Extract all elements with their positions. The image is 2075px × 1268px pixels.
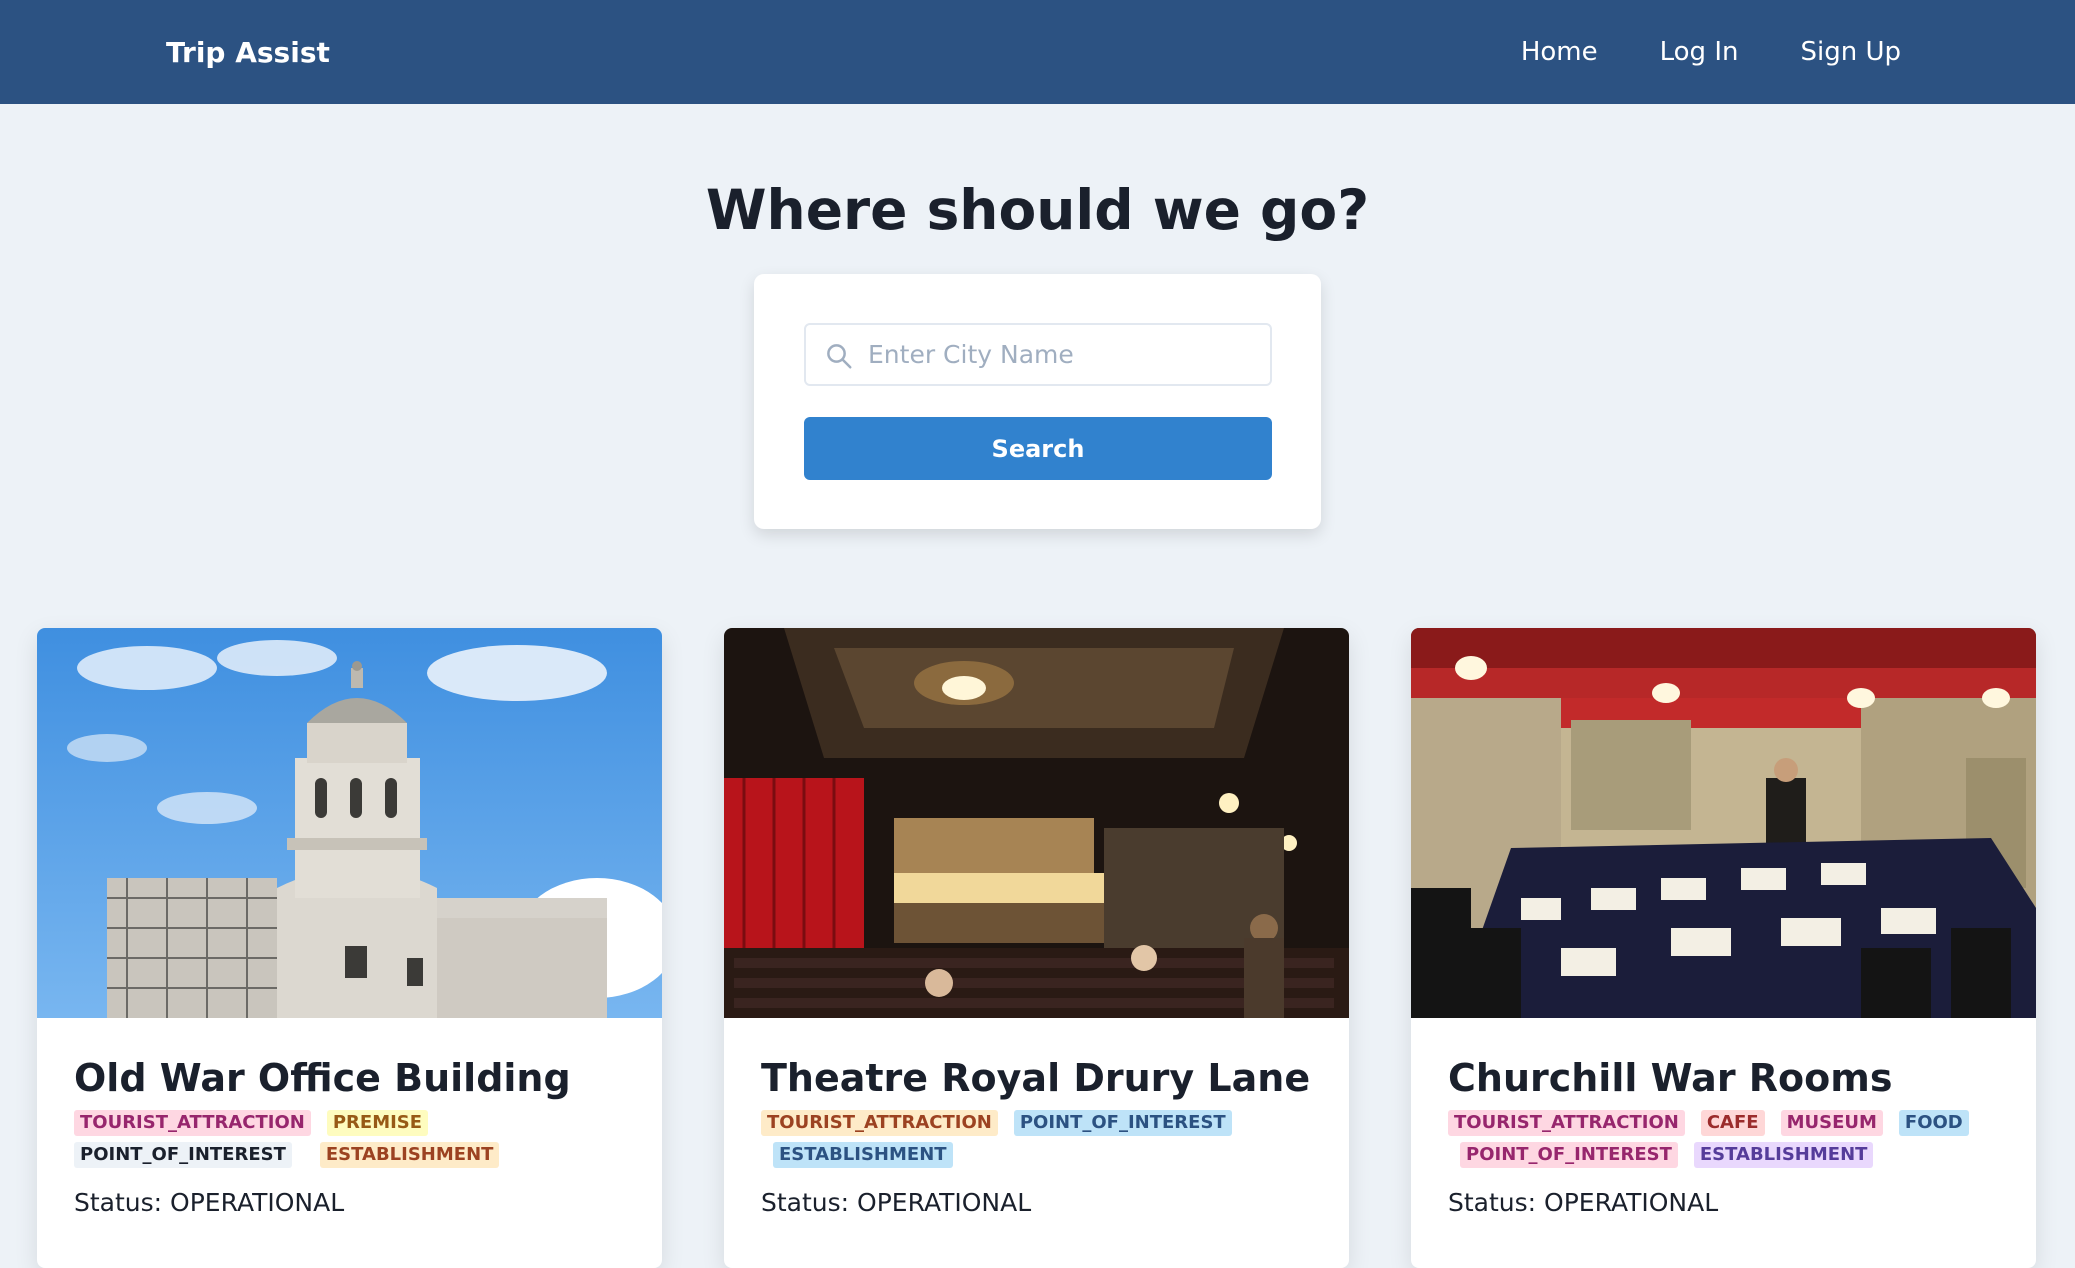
place-photo[interactable] <box>1411 628 2036 1018</box>
nav-links: Home Log In Sign Up <box>1521 37 1901 67</box>
type-tag: TOURIST_ATTRACTION <box>1448 1110 1685 1136</box>
type-tag: POINT_OF_INTEREST <box>1460 1142 1678 1168</box>
top-navbar: Trip Assist Home Log In Sign Up <box>0 0 2075 104</box>
search-icon <box>827 344 852 369</box>
search-field[interactable] <box>804 323 1272 386</box>
place-type-tags: TOURIST_ATTRACTION POINT_OF_INTEREST EST… <box>761 1110 1312 1168</box>
place-type-tags: TOURIST_ATTRACTION PREMISE POINT_OF_INTE… <box>74 1110 625 1168</box>
type-tag: POINT_OF_INTEREST <box>74 1142 292 1168</box>
place-card-body: Theatre Royal Drury Lane TOURIST_ATTRACT… <box>724 1018 1349 1217</box>
nav-signup-link[interactable]: Sign Up <box>1800 37 1901 67</box>
place-status: Status: OPERATIONAL <box>1448 1188 1719 1217</box>
place-status: Status: OPERATIONAL <box>761 1188 1032 1217</box>
place-photo[interactable] <box>37 628 662 1018</box>
city-search-input[interactable] <box>868 340 1270 369</box>
search-card: Search <box>754 274 1321 529</box>
place-card[interactable]: Churchill War Rooms TOURIST_ATTRACTION C… <box>1411 628 2036 1268</box>
place-name[interactable]: Churchill War Rooms <box>1448 1056 1999 1100</box>
place-name[interactable]: Old War Office Building <box>74 1056 625 1100</box>
nav-login-link[interactable]: Log In <box>1660 37 1739 67</box>
place-cards: Old War Office Building TOURIST_ATTRACTI… <box>37 628 2036 1268</box>
type-tag: ESTABLISHMENT <box>773 1142 953 1168</box>
place-type-tags: TOURIST_ATTRACTION CAFE MUSEUM FOOD POIN… <box>1448 1110 1999 1168</box>
type-tag: PREMISE <box>326 1110 429 1136</box>
place-card-body: Old War Office Building TOURIST_ATTRACTI… <box>37 1018 662 1217</box>
type-tag: CAFE <box>1700 1110 1765 1136</box>
type-tag: ESTABLISHMENT <box>319 1142 500 1168</box>
type-tag: TOURIST_ATTRACTION <box>761 1110 998 1136</box>
place-card[interactable]: Theatre Royal Drury Lane TOURIST_ATTRACT… <box>724 628 1349 1268</box>
place-status: Status: OPERATIONAL <box>74 1188 345 1217</box>
brand-logo-text[interactable]: Trip Assist <box>166 36 330 69</box>
page-title: Where should we go? <box>705 178 1370 242</box>
type-tag: ESTABLISHMENT <box>1693 1142 1874 1168</box>
search-button[interactable]: Search <box>804 417 1272 480</box>
nav-home-link[interactable]: Home <box>1521 37 1598 67</box>
type-tag: POINT_OF_INTEREST <box>1013 1110 1232 1136</box>
type-tag: FOOD <box>1898 1110 1969 1136</box>
hero-section: Where should we go? Search <box>0 104 2075 529</box>
place-card-body: Churchill War Rooms TOURIST_ATTRACTION C… <box>1411 1018 2036 1217</box>
place-photo[interactable] <box>724 628 1349 1018</box>
type-tag: TOURIST_ATTRACTION <box>74 1110 311 1136</box>
place-name[interactable]: Theatre Royal Drury Lane <box>761 1056 1312 1100</box>
type-tag: MUSEUM <box>1780 1110 1883 1136</box>
place-card[interactable]: Old War Office Building TOURIST_ATTRACTI… <box>37 628 662 1268</box>
